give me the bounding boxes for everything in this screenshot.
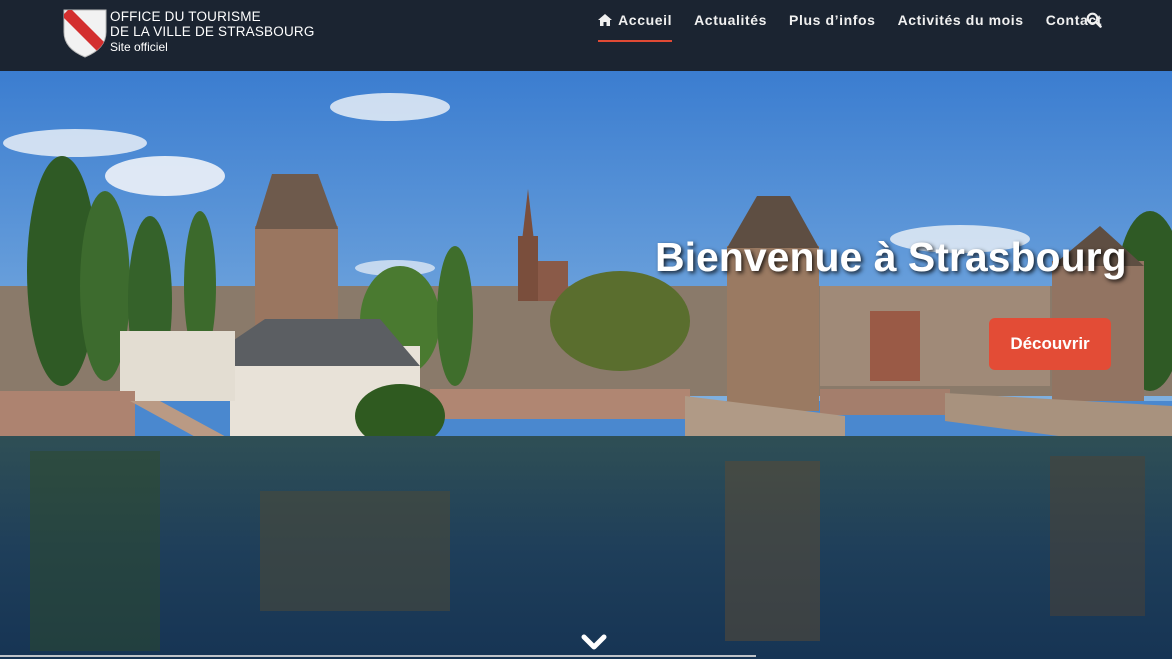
site-header: OFFICE DU TOURISME DE LA VILLE DE STRASB… <box>0 0 1172 71</box>
nav-label-activites: Activités du mois <box>897 12 1024 28</box>
discover-button[interactable]: Découvrir <box>989 318 1111 370</box>
hero-title: Bienvenue à Strasbourg <box>655 234 1127 280</box>
slider-progress-line <box>0 655 756 657</box>
home-icon <box>598 14 613 26</box>
search-icon[interactable] <box>1086 12 1102 28</box>
nav-label-actualites: Actualités <box>694 12 768 28</box>
logo-text: OFFICE DU TOURISME DE LA VILLE DE STRASB… <box>110 9 315 54</box>
nav-label-plus-infos: Plus d’infos <box>789 12 876 28</box>
site-logo[interactable]: OFFICE DU TOURISME DE LA VILLE DE STRASB… <box>62 8 315 58</box>
nav-label-accueil: Accueil <box>618 12 673 28</box>
chevron-down-icon[interactable] <box>580 632 608 654</box>
nav-item-accueil[interactable]: Accueil <box>598 0 673 42</box>
strasbourg-shield-icon <box>63 9 107 58</box>
nav-item-plus-infos[interactable]: Plus d’infos <box>789 0 876 40</box>
nav-item-activites-du-mois[interactable]: Activités du mois <box>898 0 1024 40</box>
hero-banner: Bienvenue à Strasbourg Découvrir <box>0 71 1172 659</box>
logo-line-2: DE LA VILLE DE STRASBOURG <box>110 24 315 39</box>
logo-subtitle: Site officiel <box>110 40 168 54</box>
main-nav: Accueil Actualités Plus d’infos Activité… <box>598 0 1102 71</box>
logo-line-1: OFFICE DU TOURISME <box>110 9 261 24</box>
nav-item-actualites[interactable]: Actualités <box>694 0 767 40</box>
